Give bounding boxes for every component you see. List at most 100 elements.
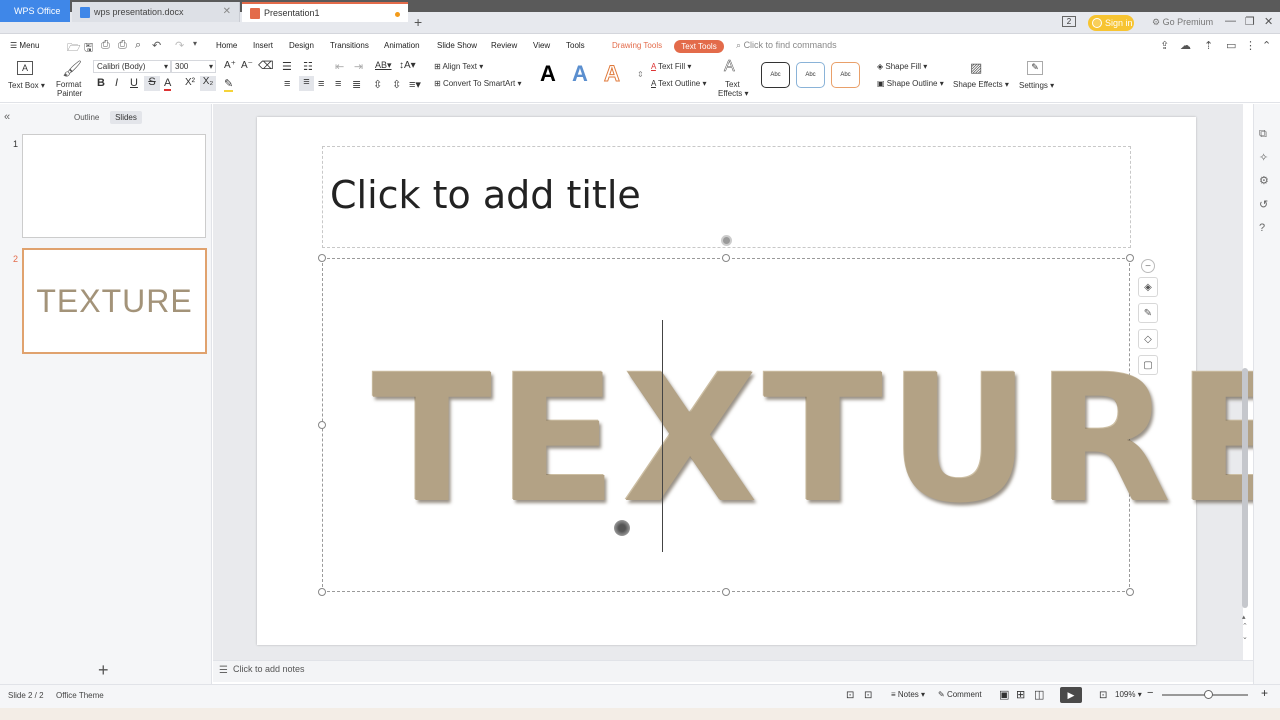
decrease-indent-icon[interactable]: ⇤ bbox=[335, 60, 344, 73]
tab-slides[interactable]: Slides bbox=[110, 111, 142, 124]
distribute-icon[interactable]: ≣ bbox=[352, 78, 361, 91]
numbering-icon[interactable]: ☷ bbox=[303, 60, 313, 73]
help-icon[interactable]: ? bbox=[1259, 222, 1265, 234]
normal-view-icon[interactable]: ▣ bbox=[999, 688, 1009, 701]
collapse-float-tools-icon[interactable]: − bbox=[1141, 259, 1155, 273]
resize-handle[interactable] bbox=[1126, 254, 1134, 262]
minimize-icon[interactable]: — bbox=[1225, 15, 1236, 27]
texture-word-art[interactable]: TEXTURE bbox=[372, 352, 1280, 528]
increase-font-icon[interactable]: A⁺ bbox=[224, 60, 236, 71]
scroll-page-down-icon[interactable]: ⌄ bbox=[1242, 633, 1248, 641]
theme-name[interactable]: Office Theme bbox=[56, 691, 104, 700]
find-commands-search[interactable]: ⌕ Click to find commands bbox=[736, 40, 837, 51]
vertical-scrollbar[interactable] bbox=[1242, 368, 1248, 608]
zoom-in-icon[interactable]: + bbox=[1261, 686, 1268, 700]
format-painter-icon[interactable]: 🖌 bbox=[62, 59, 82, 79]
go-premium-button[interactable]: ⚙ Go Premium bbox=[1152, 17, 1213, 28]
highlight-icon[interactable]: ✎ bbox=[224, 77, 234, 92]
bullets-icon[interactable]: ☰ bbox=[282, 60, 292, 73]
cloud-icon[interactable]: ☁ bbox=[1180, 39, 1191, 52]
align-text-button[interactable]: ⊞ Align Text ▾ bbox=[434, 62, 483, 71]
text-box-button[interactable]: Text Box ▾ bbox=[8, 81, 45, 90]
text-fill-button[interactable]: A Text Fill ▾ bbox=[651, 62, 691, 71]
menu-drawing-tools[interactable]: Drawing Tools bbox=[612, 41, 662, 50]
underline-icon[interactable]: U bbox=[130, 77, 138, 89]
menu-review[interactable]: Review bbox=[491, 41, 517, 50]
text-style-blue[interactable]: A bbox=[572, 61, 588, 87]
resize-handle[interactable] bbox=[1126, 588, 1134, 596]
redo-icon[interactable]: ↷ bbox=[175, 39, 184, 52]
frame-icon[interactable]: ▢ bbox=[1138, 355, 1158, 375]
export-icon[interactable]: ⎙ bbox=[101, 39, 110, 52]
decrease-font-icon[interactable]: A⁻ bbox=[241, 60, 253, 71]
add-slide-button[interactable]: + bbox=[98, 660, 109, 681]
increase-indent-icon[interactable]: ⇥ bbox=[354, 60, 363, 73]
text-effects-icon[interactable]: A bbox=[724, 58, 735, 76]
convert-smartart-button[interactable]: ⊞ Convert To SmartArt ▾ bbox=[434, 79, 522, 88]
window-count-icon[interactable]: 2 bbox=[1062, 16, 1076, 27]
close-window-icon[interactable]: ✕ bbox=[1264, 15, 1273, 28]
shape-effects-button[interactable]: Shape Effects ▾ bbox=[953, 80, 1009, 89]
history-icon[interactable]: ↺ bbox=[1259, 198, 1268, 211]
text-direction-icon[interactable]: AB▾ bbox=[375, 60, 392, 71]
save-icon[interactable]: 🖫 bbox=[84, 39, 93, 58]
superscript-icon[interactable]: X² bbox=[185, 77, 195, 88]
zoom-level[interactable]: 109% ▾ bbox=[1115, 690, 1142, 699]
tab-document[interactable]: wps presentation.docx ✕ bbox=[72, 2, 240, 22]
menu-design[interactable]: Design bbox=[289, 41, 314, 50]
play-slideshow-button[interactable]: ▶ bbox=[1060, 687, 1082, 703]
align-right-icon[interactable]: ≡ bbox=[318, 78, 324, 90]
title-placeholder-text[interactable]: Click to add title bbox=[330, 173, 641, 217]
text-outline-button[interactable]: A Text Outline ▾ bbox=[651, 79, 706, 88]
collapse-panel-icon[interactable]: « bbox=[4, 111, 10, 123]
line-spacing-icon[interactable]: ↕A▾ bbox=[399, 60, 416, 71]
text-style-orange-outline[interactable]: A bbox=[604, 61, 621, 87]
print-icon[interactable]: ⎙ bbox=[118, 39, 127, 52]
menu-button[interactable]: ☰ Menu bbox=[10, 41, 39, 50]
shape-effects-icon[interactable]: ▨ bbox=[970, 60, 982, 76]
notes-toggle[interactable]: ≡ Notes ▾ bbox=[891, 690, 925, 699]
italic-icon[interactable]: I bbox=[115, 77, 118, 89]
scroll-page-up-icon[interactable]: ⌃ bbox=[1242, 622, 1248, 630]
align-left-icon[interactable]: ≡ bbox=[284, 78, 290, 90]
text-style-more-icon[interactable]: ⇕ bbox=[637, 70, 644, 79]
find-icon[interactable]: ⌕ bbox=[135, 39, 141, 52]
upload-icon[interactable]: ⇡ bbox=[1204, 39, 1213, 52]
magic-icon[interactable]: ✧ bbox=[1259, 151, 1268, 164]
layers-icon[interactable]: ◈ bbox=[1138, 277, 1158, 297]
align-center-icon[interactable]: ≡ bbox=[299, 76, 314, 91]
notes-placeholder[interactable]: Click to add notes bbox=[233, 664, 305, 674]
zoom-out-icon[interactable]: − bbox=[1147, 687, 1153, 699]
text-box-icon[interactable]: A bbox=[17, 61, 33, 75]
subscript-icon[interactable]: X₂ bbox=[200, 76, 216, 91]
strikethrough-icon[interactable]: S bbox=[144, 76, 160, 91]
zoom-slider-handle[interactable] bbox=[1204, 690, 1213, 699]
slide-thumbnail-2[interactable]: TEXTURE bbox=[22, 248, 207, 354]
copy-style-icon[interactable]: ⧉ bbox=[1259, 128, 1267, 141]
clear-format-icon[interactable]: ⌫ bbox=[258, 59, 274, 72]
new-tab-button[interactable]: + bbox=[414, 14, 422, 30]
menu-view[interactable]: View bbox=[533, 41, 550, 50]
justify-icon[interactable]: ≡ bbox=[335, 78, 341, 90]
font-name-select[interactable]: Calibri (Body) ▾ bbox=[93, 60, 171, 73]
resize-handle[interactable] bbox=[318, 588, 326, 596]
settings-icon[interactable]: ✎ bbox=[1027, 61, 1043, 75]
menu-animation[interactable]: Animation bbox=[384, 41, 420, 50]
fill-bucket-icon[interactable]: ◇ bbox=[1138, 329, 1158, 349]
shape-style-blue[interactable]: Abc bbox=[796, 62, 825, 88]
menu-home[interactable]: Home bbox=[216, 41, 237, 50]
line-spacing-2-icon[interactable]: ≡▾ bbox=[409, 78, 421, 91]
tab-outline[interactable]: Outline bbox=[74, 113, 99, 122]
more-quick-icon[interactable]: ▾ bbox=[193, 39, 197, 48]
text-effects-label-2[interactable]: Effects ▾ bbox=[718, 89, 749, 98]
settings-button[interactable]: Settings ▾ bbox=[1019, 81, 1054, 90]
comment-toggle[interactable]: ✎ Comment bbox=[938, 690, 982, 699]
menu-slide-show[interactable]: Slide Show bbox=[437, 41, 477, 50]
columns-icon[interactable]: ⇳ bbox=[392, 78, 401, 91]
close-tab-icon[interactable]: ✕ bbox=[223, 6, 231, 17]
resize-handle[interactable] bbox=[722, 254, 730, 262]
font-color-icon[interactable]: A bbox=[164, 77, 172, 91]
shape-style-orange[interactable]: Abc bbox=[831, 62, 860, 88]
slide-sorter-icon[interactable]: ⊞ bbox=[1016, 688, 1025, 701]
resize-handle[interactable] bbox=[318, 421, 326, 429]
